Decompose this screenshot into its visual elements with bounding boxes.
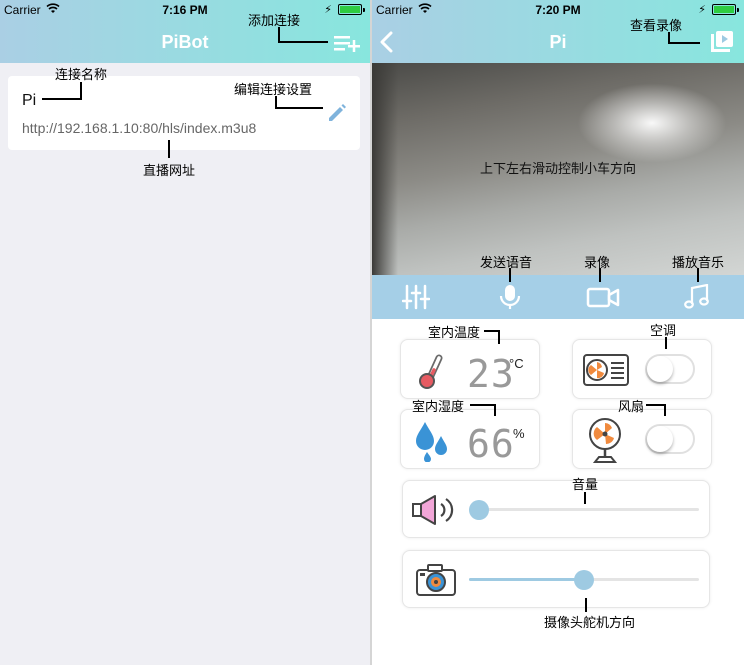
- music-note-icon[interactable]: [683, 284, 711, 310]
- toggle-knob: [647, 426, 673, 452]
- annotation-record-video: 录像: [584, 255, 611, 270]
- toggle-knob: [647, 356, 673, 382]
- annotation-line: [42, 98, 82, 100]
- fan-toggle[interactable]: [645, 424, 695, 454]
- thermometer-icon: [419, 354, 443, 389]
- temperature-panel: 23 °C: [400, 339, 540, 399]
- annotation-stream-url: 直播网址: [143, 163, 196, 178]
- status-time: 7:16 PM: [162, 3, 208, 17]
- microphone-icon[interactable]: [496, 284, 524, 310]
- annotation-edit-connection: 编辑连接设置: [234, 82, 313, 97]
- annotation-line: [599, 268, 601, 282]
- annotation-line: [278, 41, 328, 43]
- annotation-line: [275, 107, 323, 109]
- pencil-icon[interactable]: [326, 102, 348, 124]
- status-time: 7:20 PM: [535, 3, 581, 17]
- air-conditioner-toggle[interactable]: [645, 354, 695, 384]
- air-conditioner-panel: [572, 339, 712, 399]
- annotation-indoor-humidity: 室内湿度: [412, 399, 465, 414]
- humidity-value: 66: [467, 422, 515, 466]
- navigation-bar: Carrier 7:16 PM ⚡ PiBot: [0, 0, 370, 63]
- temperature-value: 23: [467, 352, 515, 396]
- annotation-line: [646, 404, 666, 406]
- video-library-icon[interactable]: [710, 30, 734, 54]
- video-camera-icon[interactable]: [586, 284, 620, 310]
- camera-servo-slider-fill: [469, 578, 584, 581]
- connection-list-screen: Carrier 7:16 PM ⚡ PiBot Pi http://192.16…: [0, 0, 370, 665]
- annotation-line: [665, 337, 667, 349]
- connection-url: http://192.168.1.10:80/hls/index.m3u8: [22, 120, 257, 136]
- navigation-bar: Carrier 7:20 PM ⚡ Pi: [372, 0, 744, 63]
- camera-servo-panel: [402, 550, 710, 608]
- control-toolbar: [372, 275, 744, 319]
- camera-video-view[interactable]: 上下左右滑动控制小车方向: [372, 63, 744, 275]
- video-light-reflection: [577, 83, 727, 163]
- annotation-line: [668, 42, 700, 44]
- temperature-unit: °C: [509, 356, 524, 371]
- annotation-volume: 音量: [572, 477, 599, 492]
- fan-icon: [589, 418, 621, 463]
- water-drops-icon: [416, 422, 447, 462]
- volume-slider[interactable]: [469, 500, 699, 520]
- annotation-fan: 风扇: [618, 399, 645, 414]
- annotation-line: [168, 140, 170, 158]
- annotation-send-voice: 发送语音: [480, 255, 533, 270]
- annotation-line: [664, 404, 666, 416]
- control-screen: Carrier 7:20 PM ⚡ Pi 上下左右滑动控制小车方向 23 °C …: [372, 0, 744, 665]
- battery-icon: [712, 4, 739, 15]
- volume-slider-thumb[interactable]: [469, 500, 489, 520]
- annotation-connection-name: 连接名称: [55, 67, 108, 82]
- annotation-air-conditioner: 空调: [650, 323, 677, 338]
- camera-servo-slider-thumb[interactable]: [574, 570, 594, 590]
- video-swipe-hint: 上下左右滑动控制小车方向: [479, 161, 636, 176]
- camera-servo-slider[interactable]: [469, 570, 699, 590]
- battery-icon: [338, 4, 365, 15]
- charging-icon: ⚡: [324, 4, 332, 16]
- camera-icon: [416, 564, 456, 596]
- charging-icon: ⚡: [698, 4, 706, 16]
- annotation-line: [470, 404, 496, 406]
- humidity-panel: 66 %: [400, 409, 540, 469]
- annotation-line: [584, 492, 586, 504]
- air-conditioner-icon: [583, 354, 629, 386]
- fan-panel: [572, 409, 712, 469]
- volume-panel: [402, 480, 710, 538]
- annotation-line: [697, 268, 699, 282]
- annotation-add-connection: 添加连接: [248, 13, 301, 28]
- annotation-line: [498, 330, 500, 344]
- humidity-unit: %: [513, 426, 525, 441]
- playlist-add-icon[interactable]: [334, 34, 360, 52]
- connection-name: Pi: [22, 92, 37, 109]
- settings-sliders-icon[interactable]: [402, 284, 430, 310]
- annotation-camera-servo-direction: 摄像头舵机方向: [544, 615, 636, 630]
- annotation-line: [509, 268, 511, 282]
- status-bar: Carrier 7:16 PM ⚡: [0, 0, 370, 20]
- annotation-line: [585, 598, 587, 612]
- annotation-view-recordings: 查看录像: [630, 18, 683, 33]
- speaker-icon: [412, 495, 454, 525]
- annotation-indoor-temperature: 室内温度: [428, 325, 481, 340]
- status-bar: Carrier 7:20 PM ⚡: [372, 0, 744, 20]
- annotation-line: [494, 404, 496, 416]
